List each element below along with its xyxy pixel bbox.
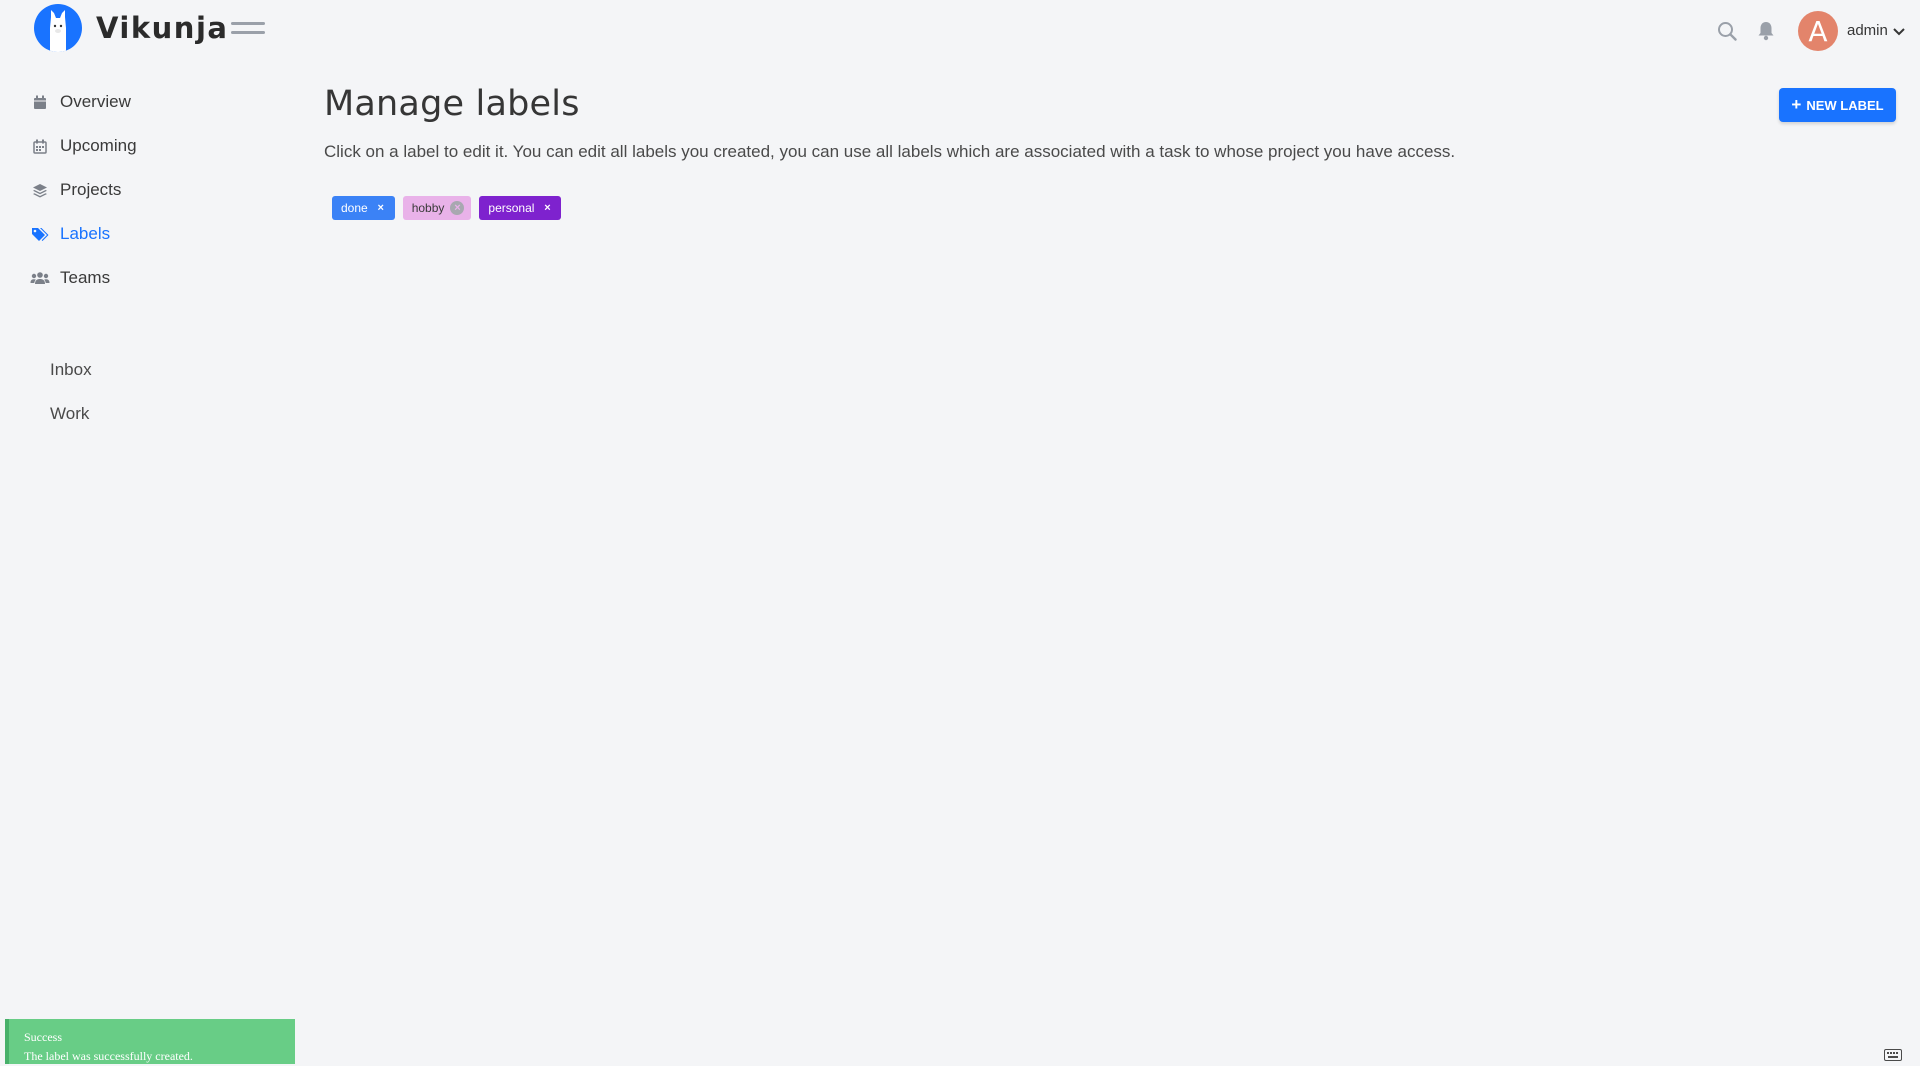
username[interactable]: admin <box>1847 22 1888 39</box>
avatar[interactable]: A <box>1798 11 1838 51</box>
keyboard-shortcuts-icon[interactable] <box>1884 1048 1902 1066</box>
sidebar-item-label: Labels <box>60 224 111 243</box>
menu-toggle-icon[interactable] <box>231 22 265 40</box>
sidebar-item-upcoming[interactable]: Upcoming <box>30 131 137 161</box>
new-label-button-label: NEW LABEL <box>1806 97 1884 113</box>
label-name: personal <box>488 201 535 215</box>
notification-message: The label was successfully created. <box>24 1049 193 1063</box>
llama-logo-icon <box>34 4 82 52</box>
label-tag-personal[interactable]: personal × <box>479 196 562 220</box>
page-description: Click on a label to edit it. You can edi… <box>324 142 1456 161</box>
tags-icon <box>30 224 50 244</box>
app-logo[interactable]: Vikunja <box>34 4 228 52</box>
sidebar-item-label: Teams <box>60 268 111 287</box>
sidebar-item-label: Projects <box>60 180 122 199</box>
sidebar-item-labels[interactable]: Labels <box>30 219 110 249</box>
sidebar-item-teams[interactable]: Teams <box>30 263 110 293</box>
sidebar-item-projects[interactable]: Projects <box>30 175 121 205</box>
sidebar-item-label: Upcoming <box>60 136 137 155</box>
label-tag-hobby[interactable]: hobby × <box>402 196 472 220</box>
labels-list: done × hobby × personal × <box>332 196 569 220</box>
sidebar-project-work[interactable]: Work <box>50 404 89 424</box>
label-name: done <box>341 201 368 215</box>
users-icon <box>30 268 50 288</box>
page-title: Manage labels <box>324 84 580 124</box>
chevron-down-icon[interactable] <box>1892 24 1906 42</box>
delete-label-icon[interactable]: × <box>374 201 388 215</box>
success-notification[interactable]: Success The label was successfully creat… <box>5 1019 295 1064</box>
layers-icon <box>30 180 50 200</box>
delete-label-icon[interactable]: × <box>450 201 465 215</box>
label-name: hobby <box>411 201 445 215</box>
top-bar: Vikunja A admin <box>0 0 1920 60</box>
sidebar-item-overview[interactable]: Overview <box>30 87 131 117</box>
plus-icon: + <box>1791 95 1802 114</box>
delete-label-icon[interactable]: × <box>540 201 554 215</box>
new-label-button[interactable]: + NEW LABEL <box>1779 88 1896 122</box>
sidebar-project-inbox[interactable]: Inbox <box>50 360 92 380</box>
sidebar-item-label: Overview <box>60 92 131 111</box>
app-name: Vikunja <box>96 11 229 45</box>
search-icon[interactable] <box>1712 16 1742 46</box>
label-tag-done[interactable]: done × <box>332 196 395 220</box>
notification-title: Success <box>24 1030 62 1044</box>
calendar-icon <box>30 92 50 112</box>
notifications-bell-icon[interactable] <box>1751 16 1781 46</box>
calendar-grid-icon <box>30 136 50 156</box>
